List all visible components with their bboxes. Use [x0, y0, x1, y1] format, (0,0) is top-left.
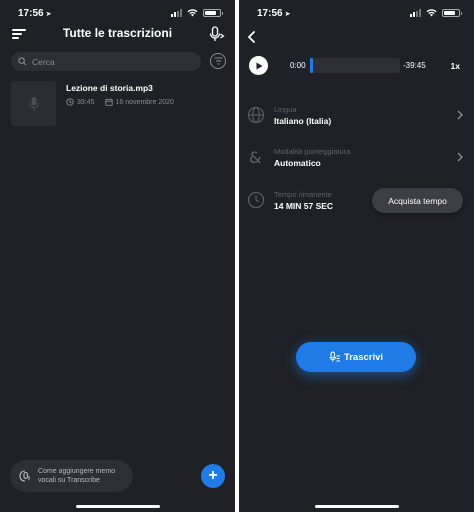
- transcribe-icon: [329, 351, 340, 362]
- recording-duration: 39:45: [77, 98, 95, 106]
- recording-date: 16 novembre 2020: [115, 98, 174, 106]
- status-bar: 17:56 ➤: [0, 0, 235, 26]
- chevron-right-icon: [457, 152, 463, 162]
- help-tip-text: Come aggiungere memo vocali su Transcrib…: [38, 467, 116, 484]
- clock-icon: [66, 98, 74, 106]
- recording-meta: 39:45 16 novembre 2020: [66, 98, 174, 106]
- time-left-value: 14 MIN 57 SEC: [274, 201, 334, 211]
- filter-button[interactable]: [210, 53, 226, 69]
- playback-progress-fill: [310, 58, 313, 73]
- language-setting[interactable]: Lingua Italiano (Italia): [247, 103, 467, 131]
- plus-icon: +: [208, 467, 218, 484]
- punctuation-label: Modalità punteggiatura: [274, 147, 351, 156]
- add-recording-button[interactable]: +: [201, 464, 225, 488]
- recording-title: Lezione di storia.mp3: [66, 83, 153, 93]
- language-value: Italiano (Italia): [274, 116, 332, 126]
- search-icon: [18, 57, 27, 66]
- time-left-label: Tempo rimanente: [274, 190, 332, 199]
- calendar-icon: [104, 98, 113, 106]
- search-bar[interactable]: [11, 52, 201, 71]
- chevron-right-icon: [457, 110, 463, 120]
- recording-list-item[interactable]: Lezione di storia.mp3 39:45 16 novembre …: [11, 81, 226, 127]
- signal-icon: [171, 9, 182, 17]
- wifi-icon: [187, 9, 198, 17]
- buy-time-button[interactable]: Acquista tempo: [372, 188, 463, 213]
- ampersand-icon: &: [249, 148, 261, 166]
- globe-icon: [247, 106, 265, 124]
- playback-speed-button[interactable]: 1x: [451, 61, 460, 71]
- location-icon: ➤: [284, 11, 291, 18]
- status-bar: 17:56 ➤: [239, 0, 474, 26]
- battery-icon: [442, 9, 462, 17]
- play-button[interactable]: [249, 56, 268, 75]
- audio-player: 0:00 -39:45 1x: [249, 56, 464, 76]
- location-icon: ➤: [45, 11, 52, 18]
- status-time: 17:56 ➤: [18, 8, 52, 19]
- page-title: Tutte le trascrizioni: [62, 26, 173, 40]
- wifi-icon: [426, 9, 437, 17]
- mic-record-icon[interactable]: [209, 26, 225, 42]
- playback-progress-bar[interactable]: [310, 58, 400, 73]
- remaining-time: -39:45: [403, 61, 426, 70]
- microphone-icon: [28, 96, 39, 110]
- home-indicator[interactable]: [314, 505, 399, 508]
- help-tip-card[interactable]: Come aggiungere memo vocali su Transcrib…: [10, 460, 133, 492]
- play-icon: [256, 62, 262, 69]
- transcribe-button[interactable]: Trascrivi: [296, 342, 416, 372]
- punctuation-setting[interactable]: & Modalità punteggiatura Automatico: [247, 145, 467, 173]
- language-label: Lingua: [274, 105, 297, 114]
- battery-icon: [203, 9, 223, 17]
- transcribe-label: Trascrivi: [343, 351, 384, 363]
- back-arrow-icon[interactable]: [245, 30, 259, 44]
- svg-text:&: &: [249, 148, 261, 166]
- punctuation-value: Automatico: [274, 158, 321, 168]
- recording-thumbnail: [11, 81, 56, 126]
- search-input[interactable]: [32, 56, 182, 67]
- status-time: 17:56 ➤: [257, 8, 291, 19]
- left-screen-all-transcriptions: 17:56➤ Tutte le trascrizioni Lezione di …: [0, 0, 235, 512]
- filter-icon: [214, 57, 222, 65]
- status-icons: [410, 9, 462, 17]
- right-screen-transcription-detail: 17:56 ➤ 0:00 -39:45 1x Lingua Italiano (I…: [239, 0, 474, 512]
- clock-icon: [247, 191, 265, 209]
- voice-memo-icon: [19, 470, 30, 482]
- status-icons: [171, 9, 223, 17]
- signal-icon: [410, 9, 421, 17]
- current-time: 0:00: [290, 61, 306, 70]
- home-indicator[interactable]: [75, 505, 160, 508]
